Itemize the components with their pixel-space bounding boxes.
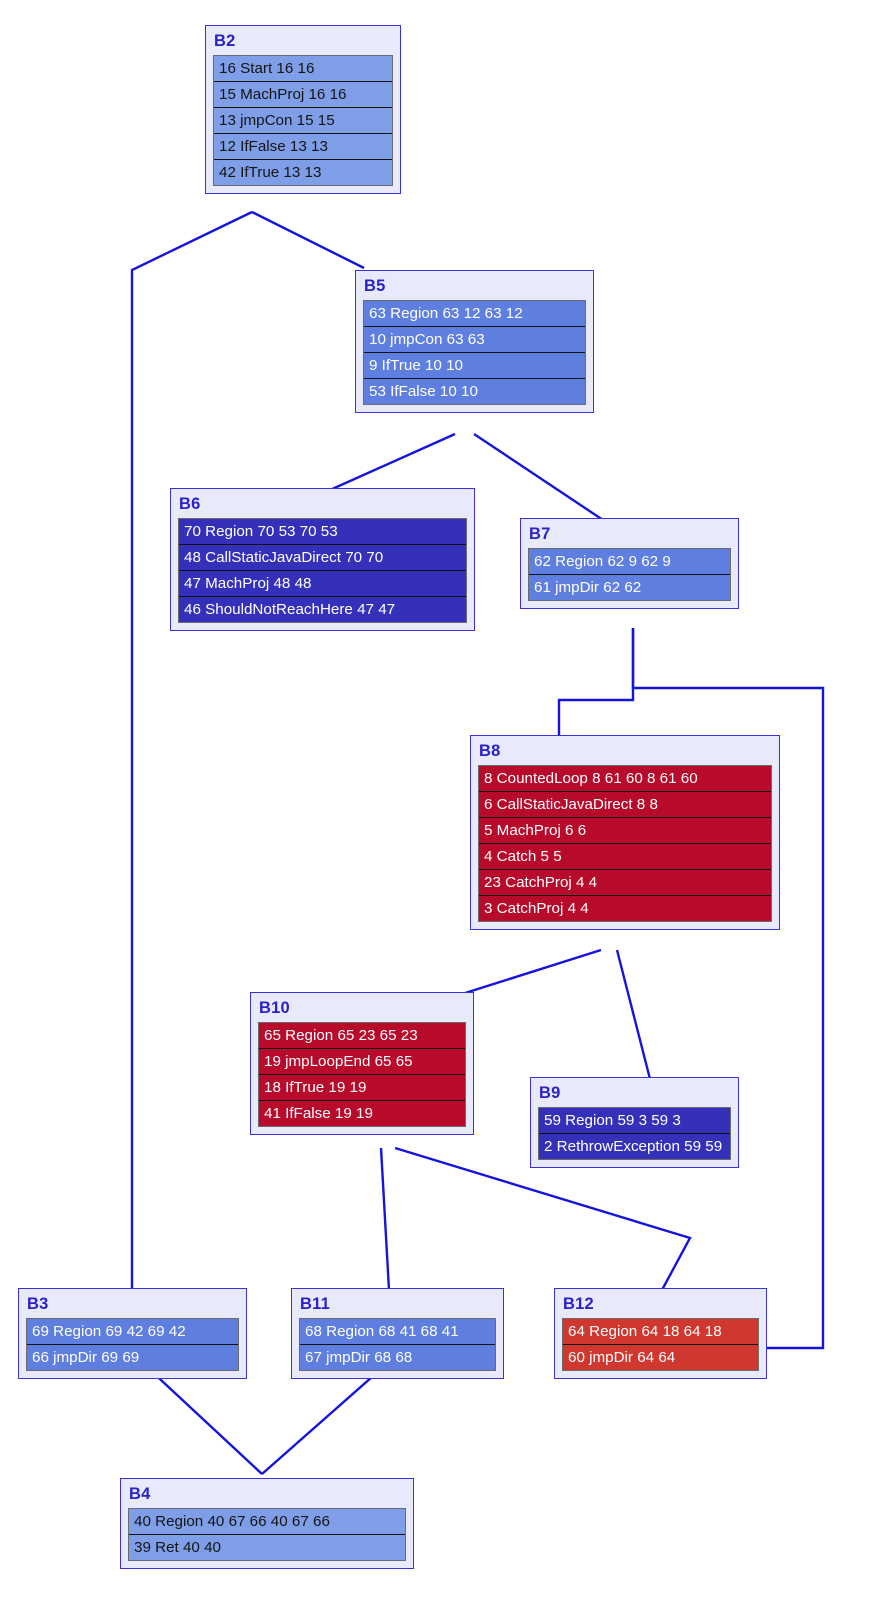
node-row[interactable]: 66 jmpDir 69 69 (27, 1345, 238, 1371)
block-title: B8 (479, 742, 501, 760)
node-row[interactable]: 19 jmpLoopEnd 65 65 (259, 1049, 465, 1075)
block-title: B2 (214, 32, 236, 50)
cfg-edge-B5-to-B6 (329, 432, 456, 492)
cfg-block-b4[interactable]: B4 40 Region 40 67 66 40 67 66 39 Ret 40 4… (120, 1478, 414, 1569)
node-row[interactable]: 23 CatchProj 4 4 (479, 870, 771, 896)
node-row[interactable]: 63 Region 63 12 63 12 (364, 301, 585, 327)
node-row[interactable]: 3 CatchProj 4 4 (479, 896, 771, 922)
node-row[interactable]: 59 Region 59 3 59 3 (539, 1108, 730, 1134)
node-row[interactable]: 65 Region 65 23 65 23 (259, 1023, 465, 1049)
node-row[interactable]: 9 IfTrue 10 10 (364, 353, 585, 379)
block-node-list: 59 Region 59 3 59 32 RethrowException 59… (538, 1107, 731, 1160)
node-row[interactable]: 12 IfFalse 13 13 (214, 134, 392, 160)
node-row[interactable]: 39 Ret 40 40 (129, 1535, 405, 1561)
node-row[interactable]: 46 ShouldNotReachHere 47 47 (179, 597, 466, 623)
cfg-edge-B5-to-B7 (473, 433, 604, 521)
block-title: B10 (259, 999, 290, 1017)
block-node-list: 8 CountedLoop 8 61 60 8 61 60 6 CallStati… (478, 765, 772, 922)
node-row[interactable]: 67 jmpDir 68 68 (300, 1345, 495, 1371)
node-row[interactable]: 18 IfTrue 19 19 (259, 1075, 465, 1101)
node-row[interactable]: 60 jmpDir 64 64 (563, 1345, 758, 1371)
cfg-block-b11[interactable]: B11 68 Region 68 41 68 41 67 jmpDir 68 68 (291, 1288, 504, 1379)
cfg-edge-B10-to-B11 (379, 1147, 391, 1291)
cfg-block-b7[interactable]: B7 62 Region 62 9 62 9 61 jmpDir 62 62 (520, 518, 739, 609)
node-row[interactable]: 68 Region 68 41 68 41 (300, 1319, 495, 1345)
node-row[interactable]: 61 jmpDir 62 62 (529, 575, 730, 601)
cfg-block-b8[interactable]: B8 8 CountedLoop 8 61 60 8 61 60 6 CallSta… (470, 735, 780, 930)
block-node-list: 40 Region 40 67 66 40 67 66 39 Ret 40 40 (128, 1508, 406, 1561)
block-title: B9 (539, 1084, 561, 1102)
cfg-edge-B10-to-B12 (394, 1146, 692, 1291)
block-node-list: 64 Region 64 18 64 18 60 jmpDir 64 64 (562, 1318, 759, 1371)
node-row[interactable]: 13 jmpCon 15 15 (214, 108, 392, 134)
node-row[interactable]: 6 CallStaticJavaDirect 8 8 (479, 792, 771, 818)
block-node-list: 63 Region 63 12 63 12 10 jmpCon 63 63 9 If… (363, 300, 586, 405)
cfg-block-b6[interactable]: B6 70 Region 70 53 70 53 48 CallStaticJava… (170, 488, 475, 631)
node-row[interactable]: 47 MachProj 48 48 (179, 571, 466, 597)
node-row[interactable]: 53 IfFalse 10 10 (364, 379, 585, 405)
block-title: B5 (364, 277, 386, 295)
node-row[interactable]: 16 Start 16 16 (214, 56, 392, 82)
node-row[interactable]: 40 Region 40 67 66 40 67 66 (129, 1509, 405, 1535)
node-row[interactable]: 70 Region 70 53 70 53 (179, 519, 466, 545)
block-title: B3 (27, 1295, 49, 1313)
node-row[interactable]: 4 Catch 5 5 (479, 844, 771, 870)
node-row[interactable]: 15 MachProj 16 16 (214, 82, 392, 108)
cfg-edge-B2-to-B5 (251, 210, 365, 270)
block-node-list: 16 Start 16 16 15 MachProj 16 16 13 jmpCon… (213, 55, 393, 186)
node-row[interactable]: 42 IfTrue 13 13 (214, 160, 392, 186)
cfg-edge-B7-to-B8 (557, 628, 635, 737)
cfg-block-b9[interactable]: B9 59 Region 59 3 59 32 RethrowException … (530, 1077, 739, 1168)
cfg-block-b12[interactable]: B12 64 Region 64 18 64 18 60 jmpDir 64 64 (554, 1288, 767, 1379)
node-row[interactable]: 62 Region 62 9 62 9 (529, 549, 730, 575)
cfg-canvas: B2 16 Start 16 16 15 MachProj 16 16 13 jmpC… (0, 0, 885, 1623)
block-title: B4 (129, 1485, 151, 1503)
block-node-list: 70 Region 70 53 70 53 48 CallStaticJavaDi… (178, 518, 467, 623)
block-title: B11 (300, 1295, 330, 1313)
cfg-edge-B8-to-B9 (615, 949, 652, 1080)
block-node-list: 68 Region 68 41 68 41 67 jmpDir 68 68 (299, 1318, 496, 1371)
block-node-list: 62 Region 62 9 62 9 61 jmpDir 62 62 (528, 548, 731, 601)
block-title: B7 (529, 525, 551, 543)
cfg-edge-B8-to-B10 (461, 948, 602, 996)
node-row[interactable]: 64 Region 64 18 64 18 (563, 1319, 758, 1345)
cfg-block-b5[interactable]: B5 63 Region 63 12 63 12 10 jmpCon 63 63 9 … (355, 270, 594, 413)
block-title: B6 (179, 495, 201, 513)
block-node-list: 65 Region 65 23 65 23 19 jmpLoopEnd 65 65… (258, 1022, 466, 1127)
cfg-block-b3[interactable]: B3 69 Region 69 42 69 42 66 jmpDir 69 69 (18, 1288, 247, 1379)
node-row[interactable]: 2 RethrowException 59 59 (539, 1134, 730, 1160)
cfg-block-b10[interactable]: B10 65 Region 65 23 65 23 19 jmpLoopEnd 65… (250, 992, 474, 1135)
cfg-edge-B2-to-B3 (130, 210, 253, 1288)
block-title: B12 (563, 1295, 594, 1313)
node-row[interactable]: 48 CallStaticJavaDirect 70 70 (179, 545, 466, 571)
node-row[interactable]: 41 IfFalse 19 19 (259, 1101, 465, 1127)
cfg-block-b2[interactable]: B2 16 Start 16 16 15 MachProj 16 16 13 jmpC… (205, 25, 401, 194)
node-row[interactable]: 5 MachProj 6 6 (479, 818, 771, 844)
block-node-list: 69 Region 69 42 69 42 66 jmpDir 69 69 (26, 1318, 239, 1371)
node-row[interactable]: 69 Region 69 42 69 42 (27, 1319, 238, 1345)
node-row[interactable]: 8 CountedLoop 8 61 60 8 61 60 (479, 766, 771, 792)
node-row[interactable]: 10 jmpCon 63 63 (364, 327, 585, 353)
